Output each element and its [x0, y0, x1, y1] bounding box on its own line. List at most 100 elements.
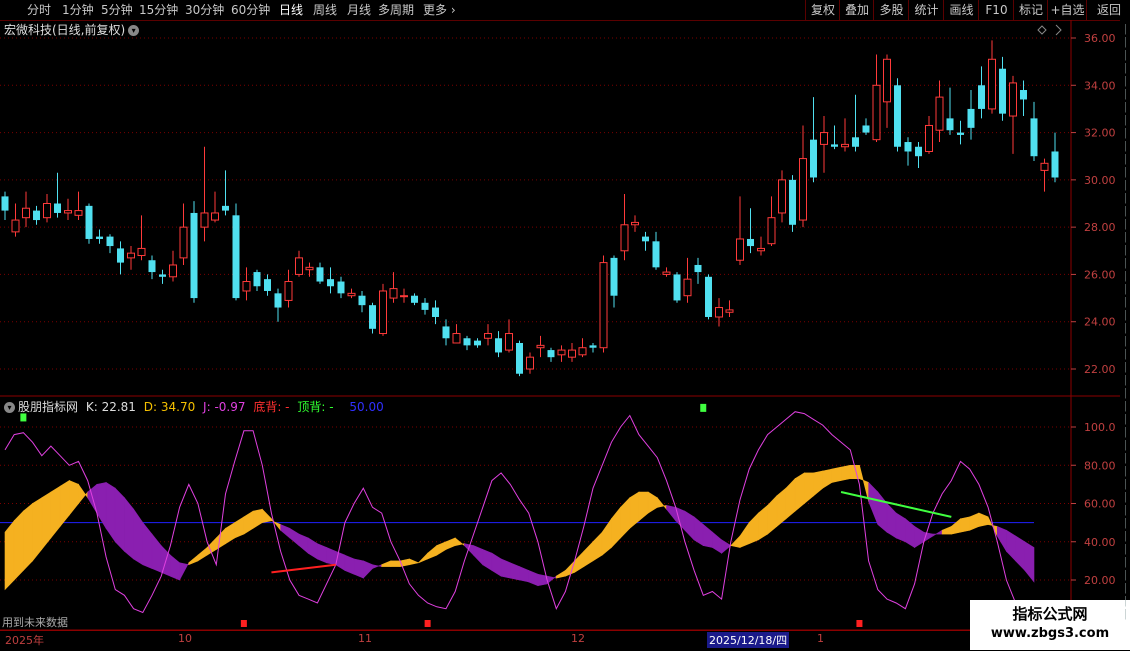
candle-body: [389, 288, 398, 299]
sidebar-glyph: ｜: [1120, 440, 1130, 452]
candle-body: [778, 179, 786, 214]
candle-body: [1051, 151, 1059, 178]
candle-body: [820, 132, 828, 145]
candle-body: [894, 85, 901, 147]
kd-ribbon-segment: [445, 537, 456, 550]
sidebar-glyph: ｜: [1120, 258, 1130, 270]
kd-ribbon-segment: [702, 523, 713, 548]
date-label: 1: [817, 632, 824, 645]
sidebar-glyph: ｜: [1120, 297, 1130, 309]
kd-ribbon-segment: [684, 510, 695, 541]
chevron-right-icon: [1055, 24, 1062, 36]
sidebar-glyph: ｜: [1120, 115, 1130, 127]
candle-body: [831, 144, 838, 147]
candle-body: [925, 124, 933, 152]
sidebar-glyph: ｜: [1120, 531, 1130, 543]
price-axis-label: 36.00: [1084, 32, 1116, 45]
kd-ribbon-segment: [491, 552, 502, 577]
sidebar-glyph: ｜: [1120, 37, 1130, 49]
kd-ribbon-segment: [170, 554, 180, 581]
kd-ribbon-segment: [4, 519, 15, 591]
candle-body: [400, 295, 408, 298]
kd-ribbon-segment: [951, 518, 961, 535]
kd-ribbon-segment: [620, 497, 631, 539]
top-signal-marker: [700, 403, 707, 412]
candle-body: [999, 68, 1006, 114]
candle-body: [295, 257, 303, 275]
sidebar-glyph: ｜: [1120, 323, 1130, 335]
kd-ribbon-segment: [105, 481, 116, 543]
kd-ribbon-segment: [353, 558, 364, 579]
candle-body: [967, 108, 975, 128]
toolbar-button-0[interactable]: 复权: [805, 0, 840, 20]
candle-body: [620, 224, 629, 252]
sidebar-glyph: ｜: [1120, 557, 1130, 569]
date-label: 10: [178, 632, 192, 645]
indicator-axis-label: 60.00: [1084, 498, 1116, 511]
sidebar-glyph: ｜: [1120, 492, 1130, 504]
kd-ribbon-segment: [280, 524, 291, 539]
candle-body: [106, 236, 114, 247]
sidebar-glyph: ｜: [1120, 596, 1130, 608]
kd-ribbon-segment: [960, 516, 970, 533]
kd-ribbon-segment: [978, 512, 989, 527]
candle-body: [54, 203, 61, 213]
toolbar-button-1[interactable]: 叠加: [839, 0, 874, 20]
kd-ribbon-segment: [482, 548, 493, 571]
indicator-title: ▾ 股朋指标网 K: 22.81 D: 34.70 J: -0.97 底背: - …: [4, 398, 388, 415]
candle-body: [442, 326, 450, 339]
candle-body: [411, 295, 418, 303]
toolbar-button-2[interactable]: 多股: [873, 0, 909, 20]
toolbar-button-4[interactable]: 画线: [943, 0, 979, 20]
toolbar-button-7[interactable]: +自选: [1047, 0, 1087, 20]
kd-ribbon-segment: [932, 529, 943, 537]
sidebar-glyph: ｜: [1120, 167, 1130, 179]
bottom-signal-marker: [856, 620, 863, 627]
candle-body: [432, 307, 439, 317]
candle-body: [642, 236, 649, 242]
candle-body: [767, 217, 776, 245]
candle-body: [127, 252, 135, 259]
kd-ribbon-segment: [151, 533, 162, 573]
kd-ribbon-segment: [519, 566, 529, 583]
candle-body: [935, 96, 944, 131]
toolbar-button-8[interactable]: 返回: [1086, 0, 1130, 20]
toolbar-button-6[interactable]: 标记: [1013, 0, 1048, 20]
candle-body: [557, 349, 566, 356]
kd-ribbon-segment: [822, 468, 833, 489]
candle-body: [505, 333, 513, 351]
kd-ribbon-segment: [372, 564, 382, 569]
toolbar-button-3[interactable]: 统计: [908, 0, 944, 20]
kd-ribbon-segment: [41, 491, 52, 551]
kd-ribbon-segment: [390, 560, 401, 567]
candle-body: [705, 276, 712, 317]
level-value: 50.00: [349, 400, 384, 414]
candle-body: [274, 293, 282, 308]
candle-body: [725, 309, 734, 313]
kd-ribbon-segment: [23, 502, 33, 572]
candle-body: [484, 333, 492, 339]
candle-body: [421, 302, 429, 310]
kd-ribbon-segment: [758, 504, 768, 541]
kd-ribbon-segment: [785, 477, 796, 520]
kd-ribbon-segment: [252, 508, 263, 529]
kd-ribbon-segment: [813, 470, 823, 497]
date-label: 12: [571, 632, 585, 645]
kd-ribbon-segment: [197, 546, 208, 562]
candle-body: [683, 278, 692, 297]
sidebar-glyph: ｜: [1120, 219, 1130, 231]
chevron-down-icon[interactable]: ▾: [4, 402, 15, 413]
price-axis-label: 28.00: [1084, 221, 1116, 234]
candle-body: [715, 307, 723, 318]
date-label: 11: [358, 632, 372, 645]
toolbar-button-5[interactable]: F10: [978, 0, 1014, 20]
candle-body: [568, 349, 576, 358]
candle-body: [883, 58, 891, 103]
candle-body: [841, 143, 849, 148]
kd-ribbon-segment: [473, 545, 484, 566]
candle-body: [327, 279, 334, 287]
kd-ribbon-segment: [13, 510, 24, 581]
candle-body: [159, 274, 166, 277]
sidebar-glyph: ｜: [1120, 193, 1130, 205]
kd-ribbon-segment: [298, 533, 309, 554]
